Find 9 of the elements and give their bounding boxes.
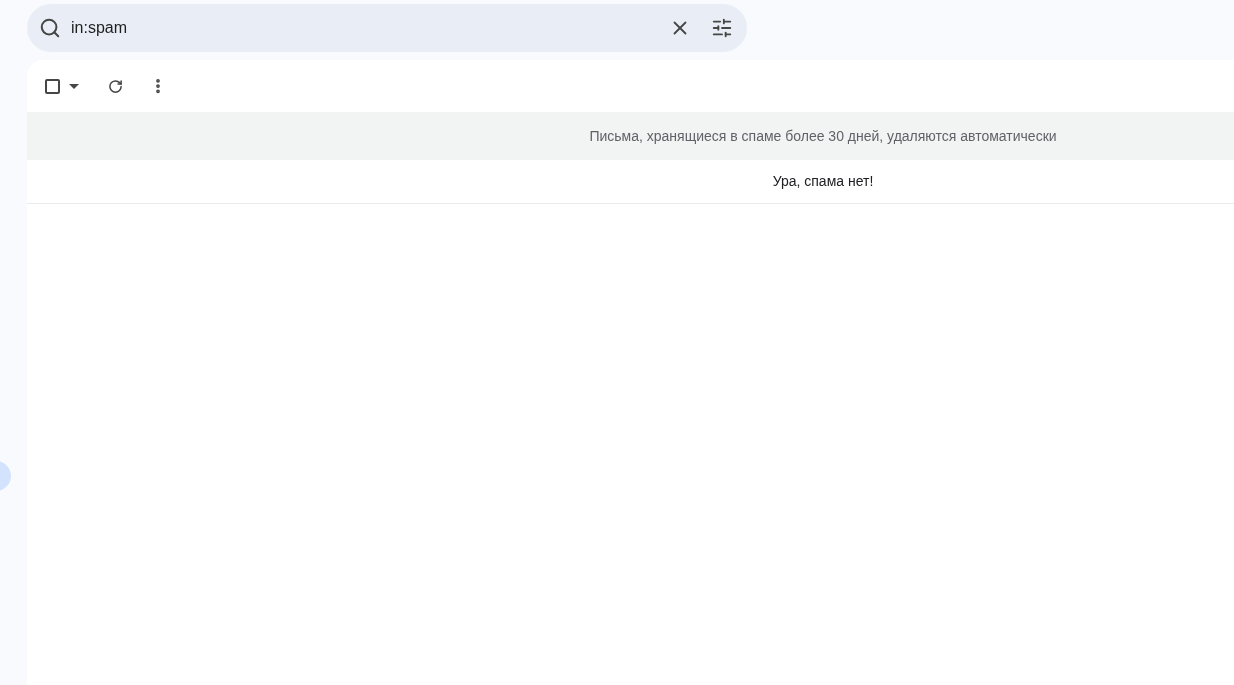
search-field[interactable]: in:spam: [27, 4, 747, 52]
search-icon[interactable]: [39, 17, 61, 39]
filter-icon[interactable]: [711, 17, 733, 39]
notice-text: Письма, хранящиеся в спаме более 30 дней, удаляются автоматически: [589, 126, 1057, 146]
empty-message: Ура, спама нет!: [772, 172, 874, 191]
search-input[interactable]: in:spam: [71, 16, 669, 40]
select-checkbox[interactable]: [45, 78, 60, 94]
caret-icon[interactable]: [69, 83, 79, 89]
refresh-icon[interactable]: [108, 78, 123, 94]
